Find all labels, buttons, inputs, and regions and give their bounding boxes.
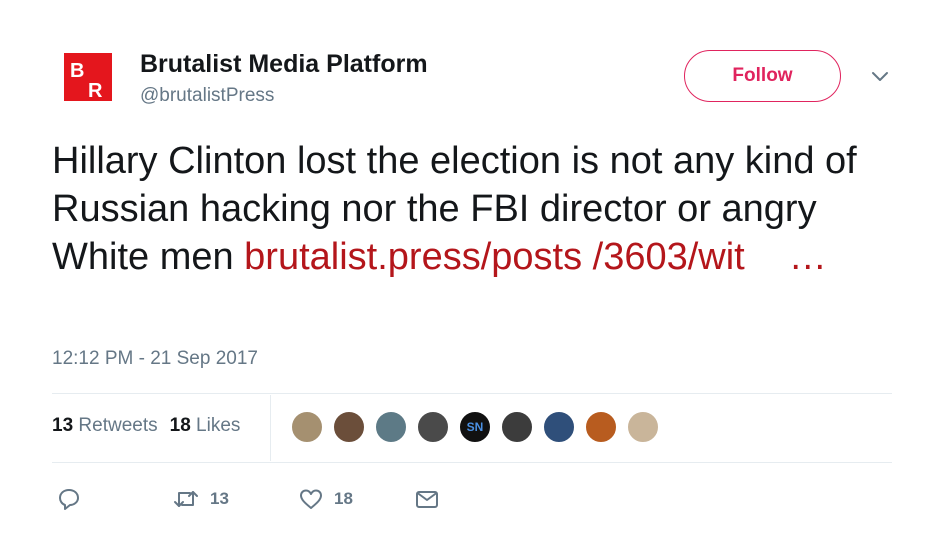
likes-count: 18 [169, 415, 191, 436]
display-name[interactable]: Brutalist Media Platform [140, 50, 428, 79]
avatar-photo-2[interactable] [332, 410, 366, 444]
direct-message-button[interactable] [414, 484, 440, 514]
tweet-text: Hillary Clinton lost the election is not… [52, 137, 912, 281]
reply-button[interactable] [56, 484, 82, 514]
avatar-photo-5[interactable]: SN [458, 410, 492, 444]
avatar-photo-7[interactable] [542, 410, 576, 444]
retweets-label: Retweets [78, 415, 158, 436]
user-handle[interactable]: @brutalistPress [140, 85, 274, 107]
avatar-photo-9[interactable] [626, 410, 660, 444]
avatar-letter-r: R [88, 80, 103, 101]
reply-icon [59, 489, 79, 510]
more-options-button[interactable] [868, 64, 892, 88]
avatar-photo-4[interactable] [416, 410, 450, 444]
tweet-stats: 13 Retweets 18 Likes [52, 415, 240, 437]
avatar-photo-8[interactable] [584, 410, 618, 444]
retweet-icon [174, 491, 198, 507]
envelope-icon [416, 491, 438, 508]
heart-icon [300, 489, 322, 509]
like-button[interactable]: 18 [298, 484, 353, 514]
retweet-count: 13 [210, 489, 229, 508]
avatar-letter-b: B [70, 60, 84, 82]
tweet-timestamp[interactable]: 12:12 PM - 21 Sep 2017 [52, 348, 258, 370]
divider-bottom [52, 462, 892, 463]
avatar-photo-1[interactable] [290, 410, 324, 444]
follow-button[interactable]: Follow [684, 50, 841, 102]
chevron-down-icon [872, 72, 888, 81]
tweet-link-text: brutalist.press/posts /3603/wit [244, 236, 745, 278]
retweets-count: 13 [52, 415, 74, 436]
retweets-stat[interactable]: 13 Retweets [52, 415, 158, 436]
likes-stat[interactable]: 18 Likes [170, 415, 241, 436]
likes-label: Likes [196, 415, 241, 436]
tweet-link[interactable]: brutalist.press/posts /3603/wit [244, 236, 745, 278]
avatar[interactable]: B R [64, 53, 112, 101]
avatar-photo-3[interactable] [374, 410, 408, 444]
brand-logo-icon: B R [64, 53, 112, 101]
avatar-photo-6[interactable] [500, 410, 534, 444]
retweet-button[interactable]: 13 [172, 484, 229, 514]
like-count: 18 [334, 489, 353, 508]
link-ellipsis: … [788, 236, 827, 278]
divider-top [52, 393, 892, 394]
avatar-initials: SN [466, 420, 484, 434]
stats-separator [270, 395, 271, 461]
